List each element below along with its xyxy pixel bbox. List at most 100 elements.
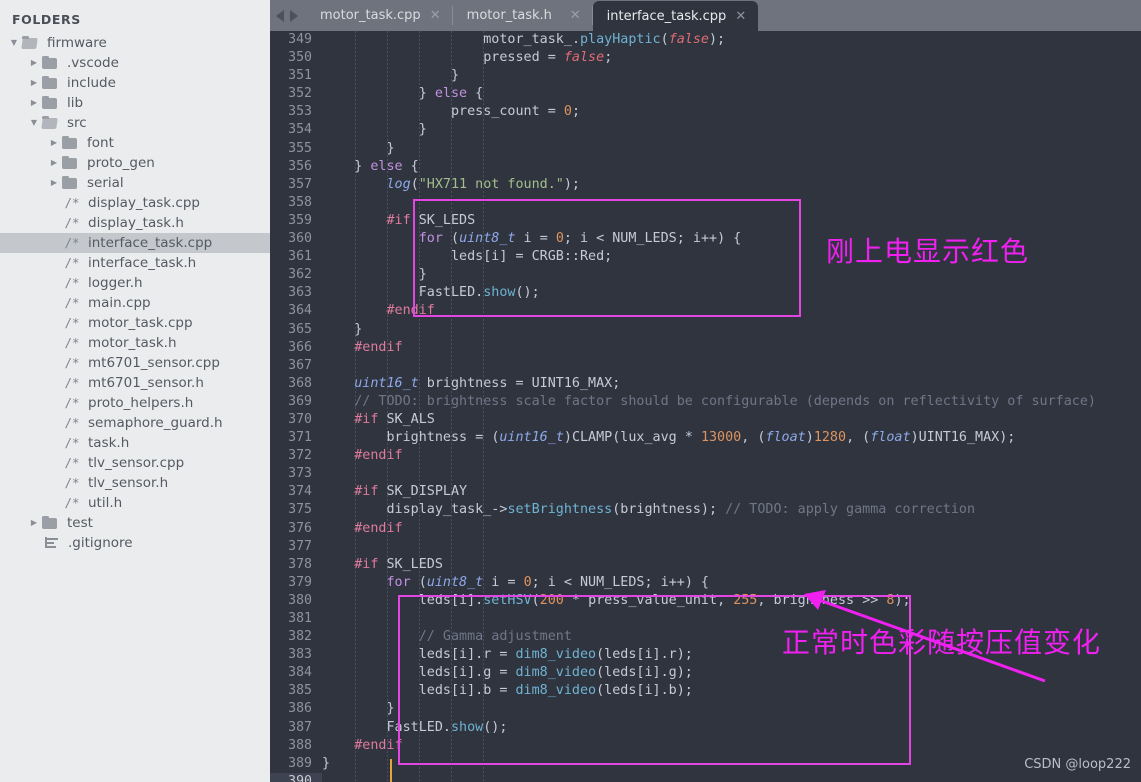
code-line[interactable]: 362 } <box>270 266 1141 284</box>
tree-item-display-task-h[interactable]: /* display_task.h <box>0 213 270 233</box>
tree-item-tlv-sensor-cpp[interactable]: /* tlv_sensor.cpp <box>0 453 270 473</box>
line-source: #endif <box>386 303 435 319</box>
tree-item-proto-helpers-h[interactable]: /* proto_helpers.h <box>0 393 270 413</box>
code-line[interactable]: 358 <box>270 194 1141 212</box>
tree-item-label: interface_task.cpp <box>88 235 213 251</box>
nav-forward-icon[interactable] <box>290 9 298 22</box>
code-line[interactable]: 386 } <box>270 700 1141 718</box>
editor-pane: motor_task.cpp ✕ motor_task.h ✕ interface_ta… <box>270 0 1141 782</box>
code-line[interactable]: 387 FastLED.show(); <box>270 719 1141 737</box>
line-source: leds[i].b = dim8_video(leds[i].b); <box>418 683 693 699</box>
tab-bar: motor_task.cpp ✕ motor_task.h ✕ interface_ta… <box>270 0 1141 31</box>
code-line[interactable]: 368 uint16_t brightness = UINT16_MAX; <box>270 375 1141 393</box>
code-line[interactable]: 390 <box>270 772 1141 782</box>
code-line[interactable]: 354 } <box>270 121 1141 139</box>
code-line[interactable]: 388 #endif <box>270 737 1141 755</box>
tree-item-proto-gen[interactable]: ▶ proto_gen <box>0 153 270 173</box>
chevron-right-icon[interactable]: ▶ <box>26 93 42 113</box>
code-line[interactable]: 370 #if SK_ALS <box>270 411 1141 429</box>
tree-item-src[interactable]: ▼ src <box>0 113 270 133</box>
code-line[interactable]: 380 leds[i].setHSV(200 * press_value_uni… <box>270 592 1141 610</box>
tree-item-tlv-sensor-h[interactable]: /* tlv_sensor.h <box>0 473 270 493</box>
tab-close-icon[interactable]: ✕ <box>430 8 441 23</box>
code-line[interactable]: 379 for (uint8_t i = 0; i < NUM_LEDS; i+… <box>270 574 1141 592</box>
tree-item-util-h[interactable]: /* util.h <box>0 493 270 513</box>
folder-tree: ▼ firmware ▶ .vscode ▶ include ▶ lib ▼ src ▶ font ▶ p… <box>0 33 270 553</box>
chevron-right-icon[interactable]: ▶ <box>46 153 62 173</box>
chevron-right-icon[interactable]: ▶ <box>46 173 62 193</box>
tree-item-display-task-cpp[interactable]: /* display_task.cpp <box>0 193 270 213</box>
tab-interface-task-cpp[interactable]: interface_task.cpp ✕ <box>592 1 759 31</box>
tree-item--gitignore[interactable]: .gitignore <box>0 533 270 553</box>
code-line[interactable]: 359 #if SK_LEDS <box>270 212 1141 230</box>
tree-item-motor-task-cpp[interactable]: /* motor_task.cpp <box>0 313 270 333</box>
tab-close-icon[interactable]: ✕ <box>735 9 746 24</box>
line-source: } else { <box>418 86 484 102</box>
tree-item-lib[interactable]: ▶ lib <box>0 93 270 113</box>
tree-item-font[interactable]: ▶ font <box>0 133 270 153</box>
line-source: } <box>386 701 395 717</box>
code-line[interactable]: 365 } <box>270 321 1141 339</box>
code-line[interactable]: 357 log("HX711 not found."); <box>270 176 1141 194</box>
code-line[interactable]: 352 } else { <box>270 85 1141 103</box>
tree-item-task-h[interactable]: /* task.h <box>0 433 270 453</box>
code-line[interactable]: 350 pressed = false; <box>270 49 1141 67</box>
source-file-icon: /* <box>64 215 80 230</box>
code-line[interactable]: 349 motor_task_.playHaptic(false); <box>270 31 1141 49</box>
tree-item-logger-h[interactable]: /* logger.h <box>0 273 270 293</box>
tree-item--vscode[interactable]: ▶ .vscode <box>0 53 270 73</box>
code-line[interactable]: 374 #if SK_DISPLAY <box>270 483 1141 501</box>
code-line[interactable]: 371 brightness = (uint16_t)CLAMP(lux_avg… <box>270 429 1141 447</box>
code-line[interactable]: 375 display_task_->setBrightness(brightn… <box>270 501 1141 519</box>
line-source: motor_task_.playHaptic(false); <box>483 32 726 47</box>
annotation-top-note: 刚上电显示红色 <box>826 235 1030 268</box>
line-source: } <box>418 122 427 138</box>
tree-item-main-cpp[interactable]: /* main.cpp <box>0 293 270 313</box>
code-line[interactable]: 385 leds[i].b = dim8_video(leds[i].b); <box>270 682 1141 700</box>
chevron-down-icon[interactable]: ▼ <box>26 113 42 133</box>
code-line[interactable]: 353 press_count = 0; <box>270 103 1141 121</box>
tree-item-serial[interactable]: ▶ serial <box>0 173 270 193</box>
code-line[interactable]: 378 #if SK_LEDS <box>270 556 1141 574</box>
tree-item-test[interactable]: ▶ test <box>0 513 270 533</box>
chevron-right-icon[interactable]: ▶ <box>46 133 62 153</box>
code-line[interactable]: 369 // TODO: brightness scale factor sho… <box>270 393 1141 411</box>
tree-item-mt6701-sensor-h[interactable]: /* mt6701_sensor.h <box>0 373 270 393</box>
tab-label: interface_task.cpp <box>606 8 727 24</box>
code-line[interactable]: 366 #endif <box>270 339 1141 357</box>
tree-item-interface-task-cpp[interactable]: /* interface_task.cpp <box>0 233 270 253</box>
code-line[interactable]: 384 leds[i].g = dim8_video(leds[i].g); <box>270 664 1141 682</box>
code-line[interactable]: 356 } else { <box>270 158 1141 176</box>
source-file-icon: /* <box>64 295 80 310</box>
tree-item-label: task.h <box>88 435 130 451</box>
chevron-right-icon[interactable]: ▶ <box>26 53 42 73</box>
tree-item-motor-task-h[interactable]: /* motor_task.h <box>0 333 270 353</box>
tab-motor-task-cpp[interactable]: motor_task.cpp ✕ <box>306 0 453 31</box>
tree-item-interface-task-h[interactable]: /* interface_task.h <box>0 253 270 273</box>
line-number: 384 <box>288 665 312 681</box>
nav-back-icon[interactable] <box>276 9 284 22</box>
code-line[interactable]: 372 #endif <box>270 447 1141 465</box>
code-line[interactable]: 364 #endif <box>270 302 1141 320</box>
chevron-down-icon[interactable]: ▼ <box>6 33 22 53</box>
tab-motor-task-h[interactable]: motor_task.h ✕ <box>453 0 593 31</box>
code-line[interactable]: 363 FastLED.show(); <box>270 284 1141 302</box>
code-line[interactable]: 355 } <box>270 140 1141 158</box>
line-number: 378 <box>288 556 312 572</box>
chevron-right-icon[interactable]: ▶ <box>26 73 42 93</box>
folder-icon <box>42 95 60 109</box>
tree-item-firmware[interactable]: ▼ firmware <box>0 33 270 53</box>
code-line[interactable]: 389} <box>270 755 1141 773</box>
code-line[interactable]: 373 <box>270 465 1141 483</box>
code-line[interactable]: 367 <box>270 357 1141 375</box>
code-line[interactable]: 351 } <box>270 67 1141 85</box>
code-line[interactable]: 376 #endif <box>270 520 1141 538</box>
tab-close-icon[interactable]: ✕ <box>570 8 581 23</box>
source-file-icon: /* <box>64 315 80 330</box>
code-line[interactable]: 377 <box>270 538 1141 556</box>
code-editor[interactable]: 349 motor_task_.playHaptic(false); 350 pr… <box>270 31 1141 782</box>
chevron-right-icon[interactable]: ▶ <box>26 513 42 533</box>
tree-item-include[interactable]: ▶ include <box>0 73 270 93</box>
tree-item-mt6701-sensor-cpp[interactable]: /* mt6701_sensor.cpp <box>0 353 270 373</box>
tree-item-semaphore-guard-h[interactable]: /* semaphore_guard.h <box>0 413 270 433</box>
